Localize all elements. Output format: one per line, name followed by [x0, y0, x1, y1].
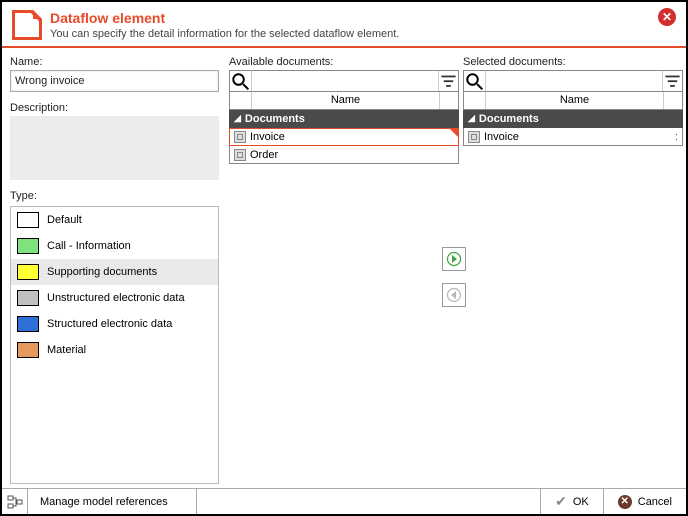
selected-label: Selected documents: — [463, 56, 683, 68]
available-group-row[interactable]: ◢ Documents — [229, 110, 459, 128]
available-name-column[interactable]: Name — [252, 92, 440, 109]
search-icon — [230, 71, 252, 91]
selected-search-input[interactable] — [486, 71, 662, 91]
description-label: Description: — [10, 102, 219, 114]
type-swatch — [17, 316, 39, 332]
doc-label: Invoice — [484, 131, 664, 143]
move-left-button[interactable] — [442, 283, 466, 307]
collapse-icon: ◢ — [234, 113, 241, 124]
type-item-label: Default — [47, 214, 82, 226]
type-label: Type: — [10, 190, 219, 202]
description-input[interactable] — [10, 116, 219, 180]
type-item[interactable]: Structured electronic data — [11, 311, 218, 337]
type-swatch — [17, 264, 39, 280]
type-item[interactable]: Unstructured electronic data — [11, 285, 218, 311]
model-references-icon — [2, 489, 28, 514]
doc-label: Order — [250, 149, 458, 161]
type-swatch — [17, 290, 39, 306]
selected-group-row[interactable]: ◢ Documents — [463, 110, 683, 128]
close-icon[interactable]: ✕ — [658, 8, 676, 26]
type-swatch — [17, 238, 39, 254]
type-item-label: Call - Information — [47, 240, 131, 252]
dialog-title: Dataflow element — [50, 10, 676, 26]
manage-model-references-button[interactable]: Manage model references — [28, 489, 197, 514]
selected-name-column[interactable]: Name — [486, 92, 664, 109]
type-item[interactable]: Material — [11, 337, 218, 363]
search-icon — [464, 71, 486, 91]
available-doc-row[interactable]: Invoice — [229, 128, 459, 146]
cancel-icon: ✕ — [618, 495, 632, 509]
type-item[interactable]: Supporting documents — [11, 259, 218, 285]
dialog-subtitle: You can specify the detail information f… — [50, 28, 676, 40]
available-search-input[interactable] — [252, 71, 438, 91]
name-input[interactable] — [10, 70, 219, 92]
move-right-button[interactable] — [442, 247, 466, 271]
available-label: Available documents: — [229, 56, 459, 68]
type-item-label: Structured electronic data — [47, 318, 172, 330]
document-icon — [234, 131, 246, 143]
type-swatch — [17, 212, 39, 228]
type-item-label: Material — [47, 344, 86, 356]
selected-doc-row[interactable]: Invoice: — [463, 128, 683, 146]
available-filter-button[interactable] — [438, 71, 458, 91]
cancel-button[interactable]: ✕ Cancel — [603, 489, 686, 514]
type-item-label: Supporting documents — [47, 266, 157, 278]
type-item[interactable]: Call - Information — [11, 233, 218, 259]
ok-button[interactable]: ✔ OK — [540, 489, 603, 514]
collapse-icon: ◢ — [468, 113, 475, 124]
row-menu-icon[interactable]: : — [668, 131, 682, 143]
document-icon — [234, 149, 246, 161]
dataflow-page-icon — [12, 10, 42, 40]
name-label: Name: — [10, 56, 219, 68]
document-icon — [468, 131, 480, 143]
type-item-label: Unstructured electronic data — [47, 292, 185, 304]
type-list[interactable]: Default Call - Information Supporting docu… — [10, 206, 219, 484]
type-item[interactable]: Default — [11, 207, 218, 233]
available-doc-row[interactable]: Order — [229, 146, 459, 164]
doc-label: Invoice — [250, 131, 458, 143]
type-swatch — [17, 342, 39, 358]
check-icon: ✔ — [555, 493, 567, 510]
selected-filter-button[interactable] — [662, 71, 682, 91]
